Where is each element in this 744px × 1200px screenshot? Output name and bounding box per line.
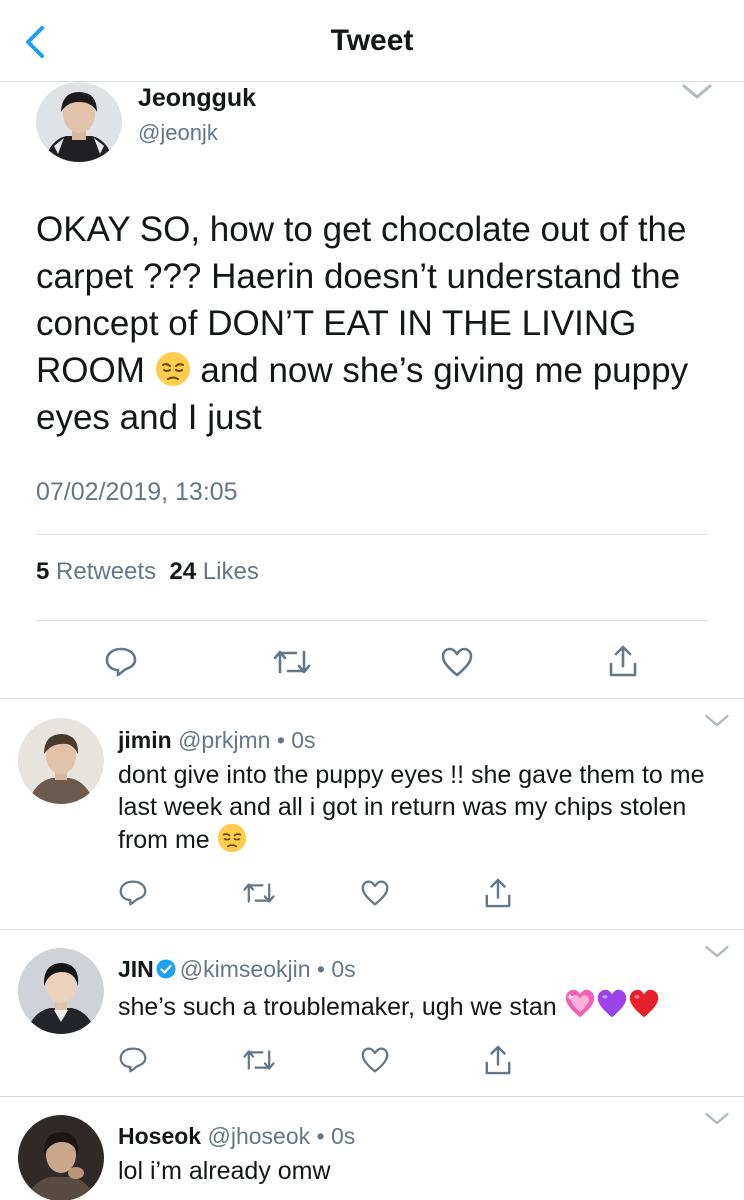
author-name[interactable]: Jeongguk [138, 84, 256, 113]
author-name[interactable]: jimin [118, 727, 172, 753]
reply-text: lol i’m already omw [118, 1157, 331, 1185]
avatar[interactable] [36, 82, 122, 162]
author-name[interactable]: Hoseok [118, 1123, 201, 1149]
author-name[interactable]: JIN [118, 956, 154, 982]
retweet-icon[interactable] [272, 648, 312, 676]
pensive-face-emoji-icon [217, 823, 246, 853]
tweet-actions [0, 642, 744, 682]
author-handle[interactable]: @prkjmn [178, 727, 270, 753]
reply-tweet[interactable]: Hoseok @jhoseok • 0s lol i’m already omw [0, 1097, 744, 1200]
share-icon[interactable] [484, 877, 512, 909]
tweet-text: OKAY SO, how to get chocolate out of the… [36, 206, 726, 441]
reply-text: she’s such a troublemaker, ugh we stan [118, 988, 738, 1023]
like-heart-icon[interactable] [440, 646, 474, 678]
verified-badge-icon [156, 959, 176, 979]
tweet-stats: 5 Retweets 24 Likes [36, 558, 259, 586]
sparkling-pink-heart-emoji-icon [565, 989, 594, 1018]
likes-count[interactable]: 24 [169, 558, 196, 585]
author-handle[interactable]: @kimseokjin [180, 956, 311, 982]
reply-icon[interactable] [118, 1046, 148, 1074]
separator-dot: • [316, 1123, 325, 1149]
tweet-timestamp: 07/02/2019, 13:05 [36, 478, 238, 506]
tweet-options-chevron-icon[interactable] [680, 82, 714, 102]
reply-icon[interactable] [104, 646, 138, 678]
tweet-options-chevron-icon[interactable] [702, 944, 732, 960]
separator-dot: • [276, 727, 285, 753]
reply-header: JIN @kimseokjin • 0s [118, 956, 356, 983]
tweet-options-chevron-icon[interactable] [702, 713, 732, 729]
retweets-label[interactable]: Retweets [56, 558, 156, 585]
like-heart-icon[interactable] [360, 879, 390, 907]
avatar[interactable] [18, 948, 104, 1034]
purple-heart-emoji-icon [597, 989, 626, 1018]
author-handle[interactable]: @jeonjk [138, 120, 218, 146]
reply-tweet[interactable]: JIN @kimseokjin • 0s she’s such a troubl… [0, 930, 744, 1096]
likes-label[interactable]: Likes [203, 558, 259, 585]
retweet-icon[interactable] [242, 1048, 276, 1072]
retweet-icon[interactable] [242, 881, 276, 905]
reply-text-part: she’s such a troublemaker, ugh we stan [118, 993, 557, 1021]
page-title: Tweet [330, 24, 414, 57]
pensive-face-emoji-icon [155, 352, 190, 386]
share-icon[interactable] [608, 644, 638, 678]
author-handle[interactable]: @jhoseok [207, 1123, 310, 1149]
reply-tweet[interactable]: jimin @prkjmn • 0s dont give into the pu… [0, 699, 744, 929]
separator-dot: • [316, 956, 325, 982]
reply-text: dont give into the puppy eyes !! she gav… [118, 759, 718, 856]
reply-header: jimin @prkjmn • 0s [118, 727, 316, 754]
share-icon[interactable] [484, 1044, 512, 1076]
avatar[interactable] [18, 718, 104, 804]
reply-icon[interactable] [118, 879, 148, 907]
reply-header: Hoseok @jhoseok • 0s [118, 1123, 355, 1150]
reply-time: 0s [330, 1123, 356, 1149]
reply-time: 0s [331, 956, 356, 982]
red-heart-emoji-icon [629, 989, 658, 1018]
retweets-count[interactable]: 5 [36, 558, 49, 585]
reply-text-part: dont give into the puppy eyes !! she gav… [118, 761, 705, 854]
divider [36, 620, 708, 621]
tweet-options-chevron-icon[interactable] [702, 1111, 732, 1127]
divider [36, 534, 708, 535]
top-bar: Tweet [0, 0, 744, 82]
reply-time: 0s [291, 727, 316, 753]
like-heart-icon[interactable] [360, 1046, 390, 1074]
avatar[interactable] [18, 1115, 104, 1200]
